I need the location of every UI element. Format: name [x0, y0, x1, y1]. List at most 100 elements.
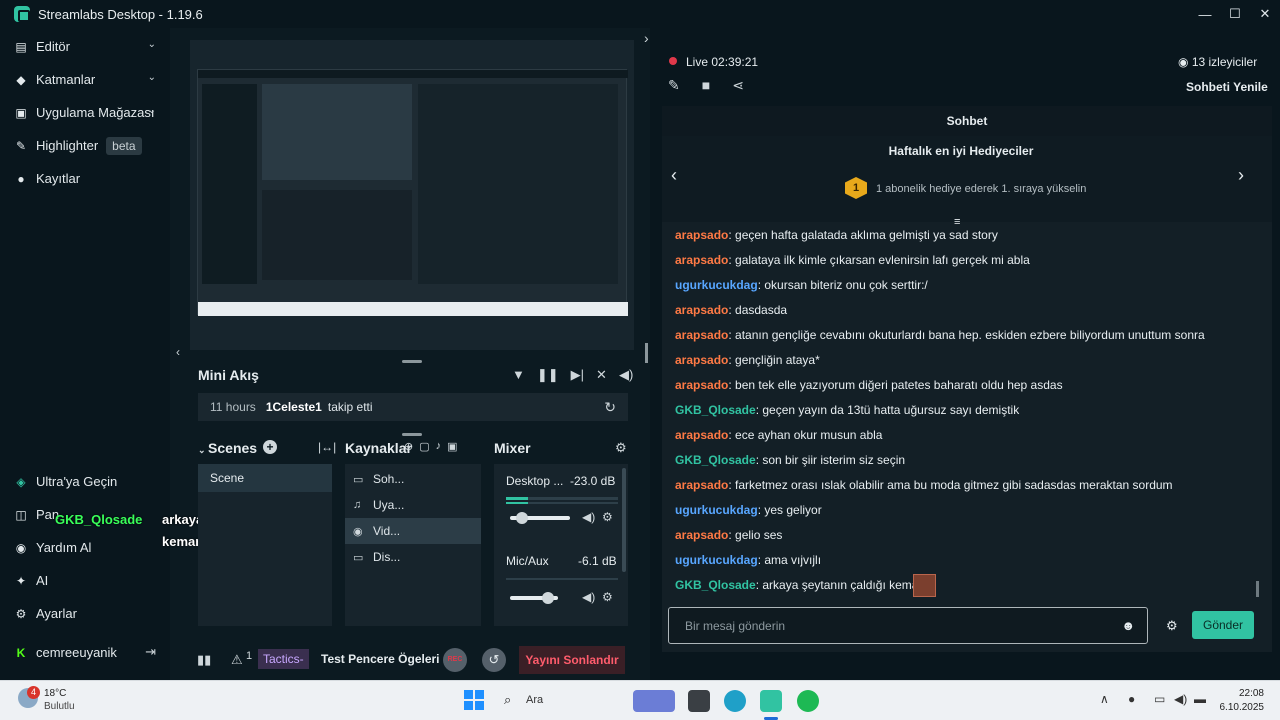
- sidebar-item-app-store[interactable]: ▣ Uygulama Mağazası ⌄: [0, 96, 170, 129]
- chat-username[interactable]: arapsado: [675, 378, 728, 392]
- resize-handle-vertical[interactable]: [645, 343, 648, 363]
- chat-username[interactable]: arapsado: [675, 478, 728, 492]
- channel-settings-icon[interactable]: ⚙: [602, 510, 613, 524]
- volume-mute-icon[interactable]: ◀): [582, 590, 595, 604]
- close-button[interactable]: ✕: [1250, 0, 1280, 28]
- taskbar-search[interactable]: Ara: [526, 694, 543, 706]
- sidebar-item-ai[interactable]: ✦ AI: [0, 564, 170, 597]
- alert-icon[interactable]: ⚠: [231, 652, 243, 668]
- volume-slider[interactable]: [510, 512, 570, 524]
- add-source-icon[interactable]: ⊕: [404, 440, 413, 453]
- volume-slider-knob[interactable]: [516, 512, 528, 524]
- sidebar-item-highlighter[interactable]: ✎ Highlighter beta: [0, 129, 170, 162]
- chat-username[interactable]: arapsado: [675, 528, 728, 542]
- chat-username[interactable]: arapsado: [675, 228, 728, 242]
- chat-settings-icon[interactable]: ⚙: [1166, 618, 1178, 634]
- chat-scrollbar[interactable]: [1256, 581, 1259, 597]
- mixer-settings-icon[interactable]: ⚙: [615, 440, 627, 456]
- resize-handle[interactable]: [402, 433, 422, 436]
- chevron-down-icon[interactable]: ⌄: [148, 39, 156, 50]
- test-widgets-button[interactable]: Test Pencere Ögeleri: [321, 652, 440, 666]
- search-icon[interactable]: ⌕: [504, 692, 511, 708]
- chat-username[interactable]: ugurkucukdag: [675, 503, 758, 517]
- show-hidden-icons[interactable]: ∧: [1100, 692, 1109, 706]
- filter-icon[interactable]: ▼: [512, 367, 525, 383]
- sidebar-item-help[interactable]: ◉ Yardım Al: [0, 531, 170, 564]
- pause-icon[interactable]: ❚❚: [537, 367, 559, 383]
- sidebar-item-editor[interactable]: ▤ Editör ⌄: [0, 30, 170, 63]
- prev-arrow-icon[interactable]: ‹: [671, 165, 677, 186]
- share-icon[interactable]: ⋖: [732, 77, 744, 94]
- microphone-icon[interactable]: ●: [1128, 692, 1135, 706]
- expand-right-icon[interactable]: ›: [644, 30, 649, 46]
- chat-username[interactable]: arapsado: [675, 353, 728, 367]
- chat-username[interactable]: arapsado: [675, 253, 728, 267]
- chat-username[interactable]: arapsado: [675, 303, 728, 317]
- chat-username[interactable]: ugurkucukdag: [675, 278, 758, 292]
- source-item-video[interactable]: ◉ Vid...: [345, 518, 481, 544]
- end-stream-button[interactable]: Yayını Sonlandır: [519, 646, 625, 674]
- windows-start-icon[interactable]: [464, 690, 484, 710]
- volume-icon[interactable]: ◀): [619, 367, 633, 383]
- scene-item[interactable]: Scene: [198, 464, 332, 492]
- performance-icon[interactable]: ▮▮: [197, 652, 211, 668]
- chevron-down-icon[interactable]: ⌄: [148, 105, 156, 116]
- user-profile[interactable]: K cemreeuyanik ⇥: [0, 636, 170, 669]
- chevron-down-icon[interactable]: ⌄: [148, 72, 156, 83]
- send-button[interactable]: Gönder: [1192, 611, 1254, 639]
- sidebar-item-label: Editör: [36, 39, 70, 54]
- channel-settings-icon[interactable]: ⚙: [602, 590, 613, 604]
- logout-icon[interactable]: ⇥: [145, 644, 156, 660]
- source-item-chat[interactable]: ▭ Soh...: [345, 466, 481, 492]
- record-button[interactable]: REC: [443, 648, 467, 672]
- file-explorer-icon[interactable]: [688, 690, 710, 712]
- add-scene-icon[interactable]: +: [263, 440, 277, 454]
- chat-username[interactable]: GKB_Qlosade: [675, 403, 756, 417]
- maximize-button[interactable]: ☐: [1220, 0, 1250, 28]
- chat-username[interactable]: GKB_Qlosade: [675, 578, 756, 592]
- edge-browser-icon[interactable]: [724, 690, 746, 712]
- volume-slider[interactable]: [510, 592, 558, 604]
- volume-mute-icon[interactable]: ◀): [582, 510, 595, 524]
- chat-username[interactable]: ugurkucukdag: [675, 553, 758, 567]
- sidebar-item-layers[interactable]: ◆ Katmanlar ⌄: [0, 63, 170, 96]
- collapse-sidebar-icon[interactable]: ‹: [176, 345, 180, 359]
- folder-icon[interactable]: ▣: [447, 440, 457, 453]
- replay-buffer-icon[interactable]: ↺: [482, 648, 506, 672]
- record-clip-icon[interactable]: ■: [702, 77, 710, 94]
- chat-username[interactable]: GKB_Qlosade: [675, 453, 756, 467]
- scene-transition-icon[interactable]: |↔|: [318, 440, 336, 454]
- sidebar-item-ultra[interactable]: ◈ Ultra'ya Geçin: [0, 465, 170, 498]
- sidebar-item-settings[interactable]: ⚙ Ayarlar: [0, 597, 170, 630]
- sidebar-item-recordings[interactable]: ● Kayıtlar: [0, 162, 170, 195]
- speaker-icon[interactable]: ◀): [1174, 692, 1187, 706]
- audio-source-icon[interactable]: ♪: [436, 440, 442, 453]
- feed-item[interactable]: 11 hours 1Celeste1 takip etti ↻: [198, 393, 628, 421]
- network-icon[interactable]: ▭: [1154, 692, 1165, 706]
- chat-message-input[interactable]: Bir mesaj gönderin ☻: [668, 607, 1148, 644]
- chat-username[interactable]: arapsado: [675, 428, 728, 442]
- clock-time[interactable]: 22:08: [1220, 688, 1264, 699]
- battery-icon[interactable]: ▬: [1194, 692, 1206, 706]
- edit-icon[interactable]: ✎: [668, 77, 680, 94]
- next-arrow-icon[interactable]: ›: [1238, 165, 1244, 186]
- minimize-button[interactable]: —: [1190, 0, 1220, 28]
- mixer-scrollbar[interactable]: [622, 468, 626, 572]
- skip-icon[interactable]: ▶|: [571, 367, 584, 383]
- tactics-button[interactable]: Tactics-: [258, 649, 309, 669]
- mute-alerts-icon[interactable]: ✕: [596, 367, 607, 383]
- source-item-alerts[interactable]: ♫ Uya...: [345, 492, 481, 518]
- chat-username[interactable]: arapsado: [675, 328, 728, 342]
- search-highlight-icon[interactable]: [633, 690, 675, 712]
- resize-handle[interactable]: [402, 360, 422, 363]
- source-item-display[interactable]: ▭ Dis...: [345, 544, 481, 570]
- refresh-chat-button[interactable]: Sohbeti Yenile: [1186, 80, 1268, 94]
- volume-slider-knob[interactable]: [542, 592, 555, 604]
- emoji-icon[interactable]: ☻: [1121, 618, 1135, 633]
- clock-date[interactable]: 6.10.2025: [1212, 702, 1265, 713]
- spotify-icon[interactable]: [797, 690, 819, 712]
- refresh-icon[interactable]: ↻: [604, 399, 616, 416]
- streamlabs-taskbar-icon[interactable]: [760, 690, 782, 712]
- add-folder-icon[interactable]: ▢: [419, 440, 429, 453]
- drag-handle-icon[interactable]: ≡: [954, 216, 960, 228]
